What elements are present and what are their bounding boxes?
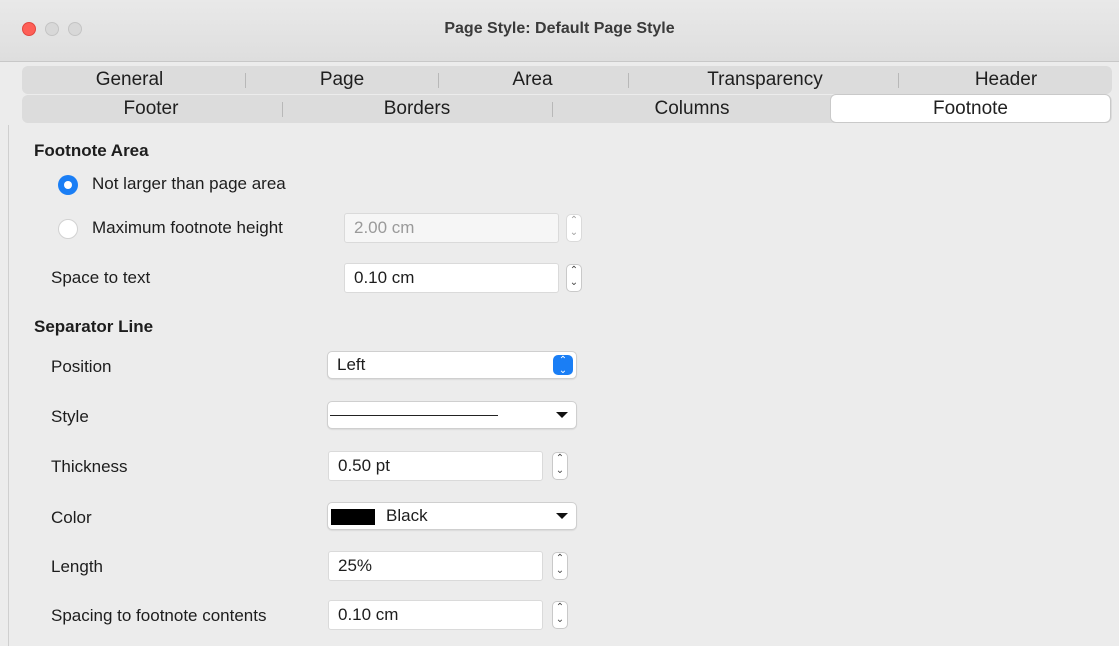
radio-maximum-footnote-height-label[interactable]: Maximum footnote height — [92, 218, 283, 238]
panel-border — [8, 125, 9, 646]
footnote-area-heading: Footnote Area — [34, 141, 149, 160]
radio-maximum-footnote-height[interactable] — [58, 219, 78, 239]
spacing-to-footnote-contents-label: Spacing to footnote contents — [51, 606, 267, 625]
tab-columns[interactable]: Columns — [554, 95, 830, 123]
solid-line-style-preview — [330, 415, 498, 416]
window-title: Page Style: Default Page Style — [444, 20, 675, 37]
length-input[interactable]: 25% — [328, 551, 543, 581]
radio-not-larger-label[interactable]: Not larger than page area — [92, 174, 286, 194]
tab-separator — [438, 73, 439, 88]
tab-area[interactable]: Area — [440, 66, 625, 94]
spacing-to-footnote-contents-stepper[interactable]: ⌃ ⌄ — [552, 601, 568, 629]
tab-separator — [628, 73, 629, 88]
space-to-text-stepper[interactable]: ⌃ ⌄ — [566, 264, 582, 292]
space-to-text-input[interactable]: 0.10 cm — [344, 263, 559, 293]
style-select[interactable] — [327, 401, 577, 429]
thickness-stepper[interactable]: ⌃ ⌄ — [552, 452, 568, 480]
thickness-input[interactable]: 0.50 pt — [328, 451, 543, 481]
length-stepper[interactable]: ⌃ ⌄ — [552, 552, 568, 580]
color-value: Black — [386, 506, 428, 525]
tab-footer[interactable]: Footer — [22, 95, 280, 123]
thickness-label: Thickness — [51, 457, 128, 476]
dropdown-triangle-icon — [556, 513, 568, 519]
dropdown-triangle-icon — [556, 412, 568, 418]
tab-separator — [282, 102, 283, 117]
tab-footnote[interactable]: Footnote — [830, 94, 1111, 123]
max-footnote-height-stepper[interactable]: ⌃ ⌄ — [566, 214, 582, 242]
separator-line-heading: Separator Line — [34, 317, 154, 336]
tab-separator — [552, 102, 553, 117]
tab-transparency[interactable]: Transparency — [630, 66, 900, 94]
tab-separator — [245, 73, 246, 88]
space-to-text-label: Space to text — [51, 268, 151, 287]
tab-row-1: General Page Area Transparency Header — [22, 66, 1112, 94]
position-select[interactable]: Left ⌃ ⌄ — [327, 351, 577, 379]
position-value: Left — [337, 355, 366, 374]
title-bar: Page Style: Default Page Style — [0, 0, 1119, 62]
color-label: Color — [51, 508, 92, 527]
style-label: Style — [51, 407, 89, 426]
tab-header[interactable]: Header — [900, 66, 1112, 94]
tab-borders[interactable]: Borders — [284, 95, 550, 123]
tab-row-2: Footer Borders Columns Footnote — [22, 94, 1112, 123]
max-footnote-height-input[interactable]: 2.00 cm — [344, 213, 559, 243]
black-color-swatch — [331, 509, 375, 525]
radio-not-larger-than-page-area[interactable] — [58, 175, 78, 195]
tab-general[interactable]: General — [22, 66, 237, 94]
tab-page[interactable]: Page — [247, 66, 437, 94]
tab-separator — [898, 73, 899, 88]
length-label: Length — [51, 557, 103, 576]
up-down-chevron-icon: ⌃ ⌄ — [553, 355, 573, 376]
position-label: Position — [51, 357, 112, 376]
color-select[interactable]: Black — [327, 502, 577, 530]
spacing-to-footnote-contents-input[interactable]: 0.10 cm — [328, 600, 543, 630]
